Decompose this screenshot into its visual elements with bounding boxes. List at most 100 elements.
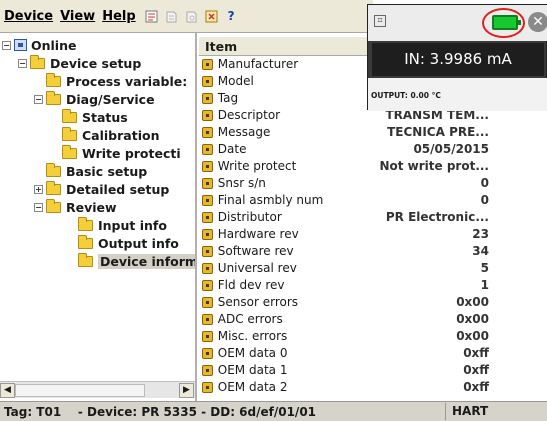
tree-item-calibration[interactable]: Calibration — [62, 126, 159, 144]
list-item[interactable]: Misc. errors 0x00 — [199, 328, 489, 344]
toolbar-icon-c[interactable] — [183, 7, 200, 26]
toolbar-icon-b[interactable] — [163, 7, 180, 26]
list-item-name: Hardware rev — [217, 227, 299, 241]
list-item[interactable]: OEM data 1 0xff — [199, 362, 489, 378]
tree-item-label: Diag/Service — [66, 91, 155, 107]
folder-icon — [78, 216, 93, 231]
list-item-name: Sensor errors — [217, 295, 299, 309]
tree-item-process-variables[interactable]: Process variable: — [46, 72, 187, 90]
close-icon[interactable]: ✕ — [528, 12, 547, 32]
folder-icon — [62, 144, 77, 159]
overlay-menu-icon[interactable]: ⌗ — [374, 15, 386, 27]
menu-help[interactable]: Help — [102, 9, 135, 24]
list-item[interactable]: Software rev 34 — [199, 243, 489, 259]
list-item[interactable]: Sensor errors 0x00 — [199, 294, 489, 310]
scroll-thumb[interactable] — [15, 384, 145, 397]
overlay-titlebar: ⌗ ✕ — [368, 5, 547, 41]
list-item-name: Manufacturer — [217, 57, 299, 71]
list-item[interactable]: OEM data 2 0xff — [199, 379, 489, 395]
tree-item-device-setup[interactable]: − Device setup — [18, 54, 141, 72]
tree-item-label: Online — [31, 37, 77, 53]
list-item[interactable]: Final asmbly num 0 — [199, 192, 489, 208]
status-device-info: Tag: T01 - Device: PR 5335 - DD: 6d/ef/0… — [4, 405, 317, 419]
tree-horizontal-scrollbar[interactable]: ◀ ▶ — [0, 381, 195, 398]
property-icon — [202, 126, 213, 138]
expand-icon[interactable]: + — [34, 184, 43, 194]
folder-icon — [46, 162, 61, 177]
toolbar-icon-d[interactable] — [203, 7, 220, 26]
list-item-value: 5 — [480, 261, 489, 275]
list-item[interactable]: Date 05/05/2015 — [199, 141, 489, 157]
property-icon — [202, 177, 213, 189]
list-item-name: Fld dev rev — [217, 278, 285, 292]
list-item-value: 0x00 — [456, 329, 489, 343]
menu-bar: Device View Help ? — [0, 0, 373, 33]
list-item[interactable]: Hardware rev 23 — [199, 226, 489, 242]
tree-item-input-info[interactable]: Input info — [78, 216, 167, 234]
folder-icon — [46, 198, 61, 213]
list-item-value: 34 — [472, 244, 489, 258]
folder-icon — [46, 90, 61, 105]
list-item-value: 05/05/2015 — [413, 142, 489, 156]
list-item-name: Message — [217, 125, 271, 139]
property-icon — [202, 109, 213, 121]
highlight-circle-annotation — [482, 8, 525, 38]
folder-open-icon — [78, 252, 93, 267]
tree-item-online[interactable]: − Online — [2, 36, 76, 54]
collapse-icon[interactable]: − — [34, 94, 43, 104]
property-icon — [202, 313, 213, 325]
list-item-value: 0x00 — [456, 295, 489, 309]
list-item[interactable]: Message TECNICA PRE... — [199, 124, 489, 140]
tree-item-review[interactable]: − Review — [34, 198, 117, 216]
property-icon — [202, 364, 213, 376]
property-icon — [202, 228, 213, 240]
tree-item-device-info[interactable]: Device inform — [78, 252, 195, 270]
list-item-name: Misc. errors — [217, 329, 288, 343]
output-reading: OUTPUT: 0.00 °C — [368, 78, 547, 111]
tree-item-detailed-setup[interactable]: + Detailed setup — [34, 180, 169, 198]
tree-item-basic-setup[interactable]: Basic setup — [46, 162, 147, 180]
list-item-value: 0 — [480, 193, 489, 207]
tree-item-label: Status — [82, 109, 128, 125]
property-icon — [202, 211, 213, 223]
scroll-left-icon[interactable]: ◀ — [0, 383, 15, 398]
collapse-icon[interactable]: − — [2, 40, 11, 50]
tree-item-write-protect[interactable]: Write protecti — [62, 144, 181, 162]
help-glyph: ? — [227, 9, 235, 23]
collapse-icon[interactable]: − — [34, 202, 43, 212]
list-item[interactable]: Write protect Not write prot... — [199, 158, 489, 174]
property-icon — [202, 75, 213, 87]
property-icon — [202, 194, 213, 206]
tree-item-status[interactable]: Status — [62, 108, 128, 126]
input-reading: IN: 3.9986 mA — [372, 43, 544, 76]
list-item-name: Final asmbly num — [217, 193, 324, 207]
tree-item-label: Write protecti — [82, 145, 181, 161]
list-item[interactable]: Snsr s/n 0 — [199, 175, 489, 191]
device-display-overlay: ⌗ ✕ IN: 3.9986 mA OUTPUT: 0.00 °C — [367, 4, 547, 111]
list-item-name: OEM data 2 — [217, 380, 288, 394]
property-icon — [202, 143, 213, 155]
tree-item-output-info[interactable]: Output info — [78, 234, 179, 252]
list-item-value: PR Electronic... — [385, 210, 489, 224]
menu-device[interactable]: Device — [4, 9, 53, 24]
list-item[interactable]: ADC errors 0x00 — [199, 311, 489, 327]
property-icon — [202, 92, 213, 104]
list-item[interactable]: Fld dev rev 1 — [199, 277, 489, 293]
toolbar-icon-a[interactable] — [143, 7, 160, 26]
list-item-name: OEM data 1 — [217, 363, 288, 377]
list-item-value: Not write prot... — [379, 159, 489, 173]
list-item-name: Write protect — [217, 159, 297, 173]
folder-icon — [46, 72, 61, 87]
list-item-name: Tag — [217, 91, 239, 105]
tree-item-label: Device inform — [98, 253, 195, 269]
menu-view[interactable]: View — [60, 9, 95, 24]
property-icon — [202, 262, 213, 274]
scroll-right-icon[interactable]: ▶ — [179, 383, 194, 398]
list-item-value: 0x00 — [456, 312, 489, 326]
list-item[interactable]: OEM data 0 0xff — [199, 345, 489, 361]
tree-item-diag-service[interactable]: − Diag/Service — [34, 90, 155, 108]
list-item[interactable]: Universal rev 5 — [199, 260, 489, 276]
collapse-icon[interactable]: − — [18, 58, 27, 68]
help-icon[interactable]: ? — [223, 7, 240, 26]
list-item[interactable]: Distributor PR Electronic... — [199, 209, 489, 225]
